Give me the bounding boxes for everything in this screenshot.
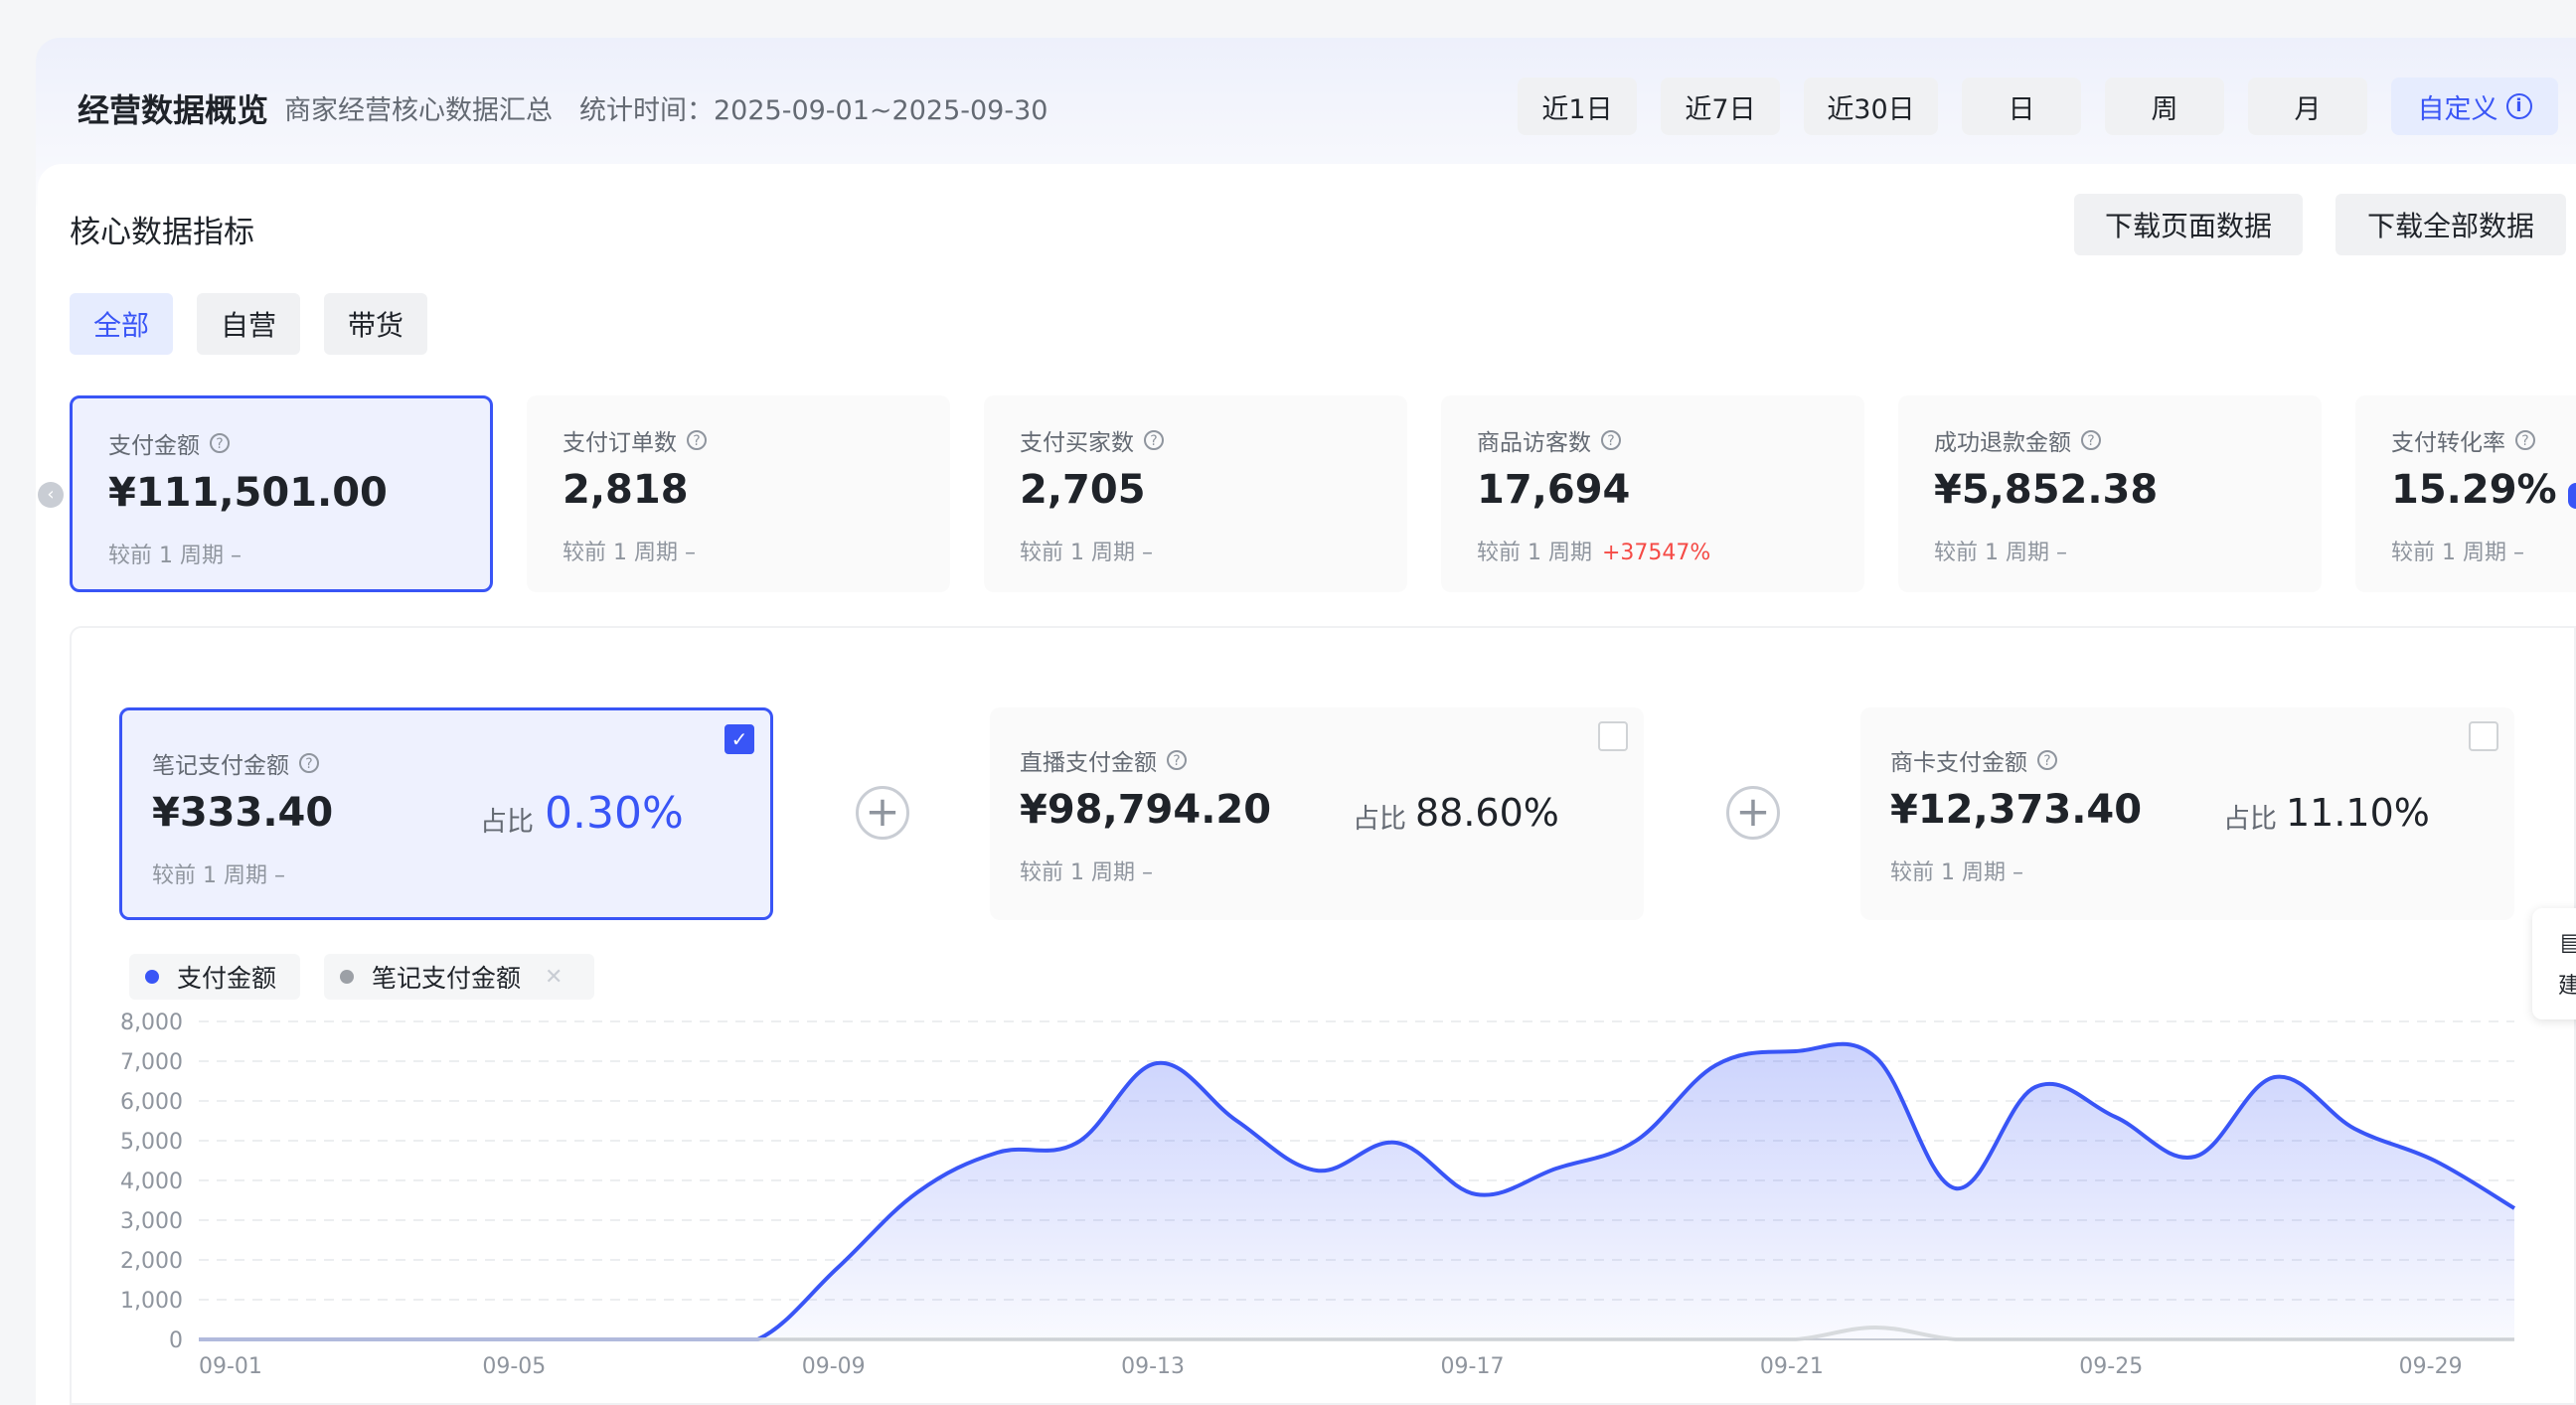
y-tick-label: 0: [169, 1328, 183, 1353]
area-chart: 0 1,000 2,000 3,000 4,000 5,000 6,000 7,000 8,00…: [120, 1011, 2516, 1379]
side-float-tab[interactable]: ▤ 建: [2532, 908, 2576, 1019]
x-tick-label: 09-29: [2399, 1354, 2463, 1379]
y-tick-label: 8,000: [120, 1011, 183, 1035]
y-tick-label: 5,000: [120, 1130, 183, 1155]
y-tick-label: 1,000: [120, 1289, 183, 1314]
x-tick-label: 09-13: [1121, 1354, 1185, 1379]
x-tick-label: 09-01: [199, 1354, 262, 1379]
x-tick-label: 09-25: [2079, 1354, 2143, 1379]
series-area-pay-amount: [199, 1043, 2514, 1339]
x-tick-label: 09-09: [802, 1354, 866, 1379]
y-tick-label: 6,000: [120, 1090, 183, 1115]
x-tick-label: 09-21: [1760, 1354, 1824, 1379]
x-tick-label: 09-17: [1441, 1354, 1505, 1379]
doc-icon: ▤: [2560, 928, 2576, 956]
y-tick-label: 7,000: [120, 1050, 183, 1075]
y-tick-label: 3,000: [120, 1209, 183, 1234]
x-tick-label: 09-05: [482, 1354, 546, 1379]
y-tick-label: 4,000: [120, 1170, 183, 1194]
y-tick-label: 2,000: [120, 1249, 183, 1274]
